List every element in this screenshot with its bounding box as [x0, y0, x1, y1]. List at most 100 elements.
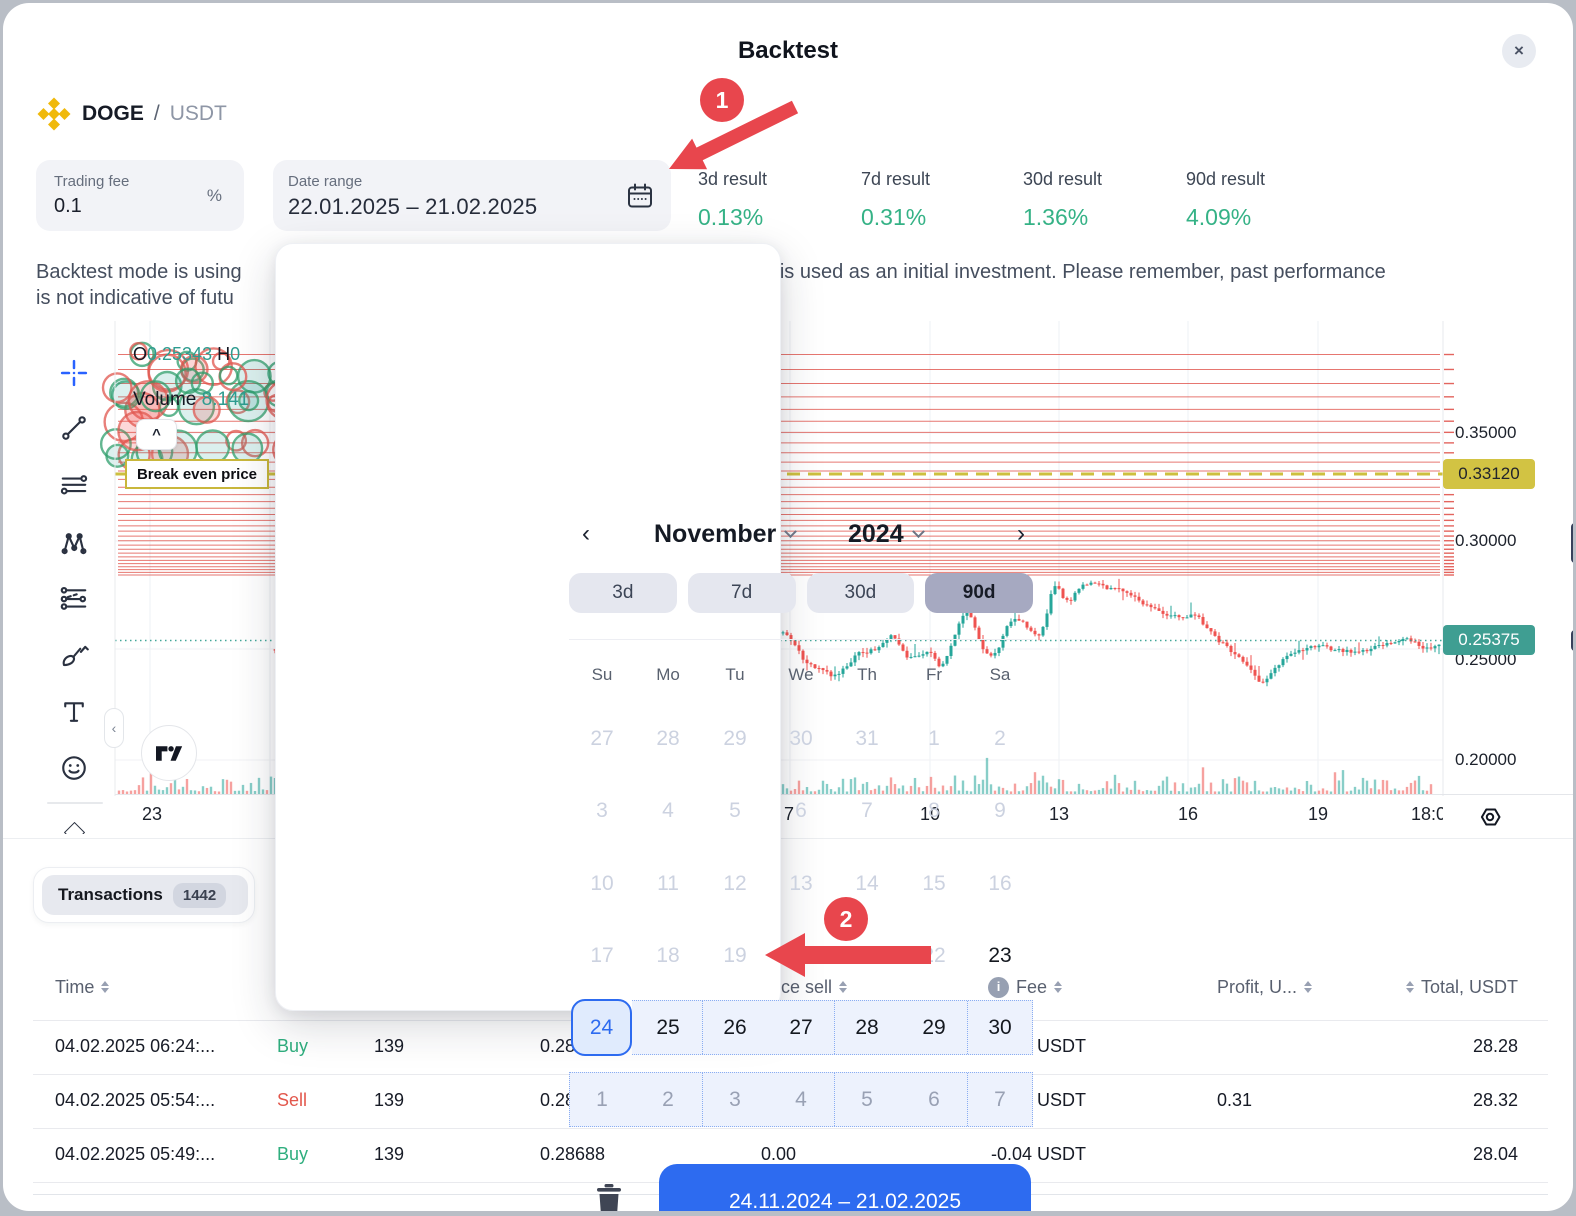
sort-icon[interactable] [1304, 981, 1312, 993]
sort-icon[interactable] [1406, 981, 1414, 993]
result-90d: 90d result 4.09% [1186, 169, 1336, 231]
annotation-arrow-1 [653, 88, 813, 183]
time-axis-label: 16 [1178, 804, 1218, 825]
date-range-field[interactable]: Date range 22.01.2025 – 21.02.2025 [273, 160, 671, 231]
close-button[interactable]: × [1502, 34, 1536, 68]
col-header-total[interactable]: Total, USDT [1388, 972, 1518, 1002]
pane-collapse-button[interactable]: ^ [136, 419, 177, 450]
calendar-day[interactable]: 25 [635, 1001, 701, 1055]
calendar-day[interactable]: 30 [768, 712, 834, 766]
calendar-day[interactable]: 1 [569, 1073, 635, 1127]
trash-icon[interactable] [594, 1182, 624, 1211]
calendar-day[interactable]: 9 [967, 784, 1033, 838]
quick-range-30d[interactable]: 30d [807, 573, 915, 613]
transactions-tab-card: Transactions 1442 [33, 867, 255, 923]
scrollbar-thumb[interactable] [1571, 523, 1573, 563]
trading-fee-field[interactable]: Trading fee 0.1 % [36, 160, 244, 231]
calendar-day[interactable]: 7 [967, 1073, 1033, 1127]
calendar-day[interactable]: 28 [635, 712, 701, 766]
ohlc-high-label: H [217, 344, 230, 364]
calendar-day[interactable]: 10 [569, 857, 635, 911]
calendar-day[interactable]: 6 [901, 1073, 967, 1127]
disclaimer-line2-left: is not indicative of futu [36, 287, 234, 310]
next-month-button[interactable]: › [1008, 520, 1034, 548]
scrollbar-thumb[interactable] [1571, 630, 1573, 651]
year-select[interactable]: 2024 [848, 520, 923, 549]
prev-month-button[interactable]: ‹ [573, 520, 599, 548]
trading-fee-value[interactable]: 0.1 [54, 195, 226, 218]
calendar-day[interactable]: 28 [834, 1001, 900, 1055]
month-select-value: November [654, 520, 776, 549]
calendar-day[interactable]: 11 [635, 857, 701, 911]
calendar-day[interactable]: 3 [702, 1073, 768, 1127]
quick-range-3d[interactable]: 3d [569, 573, 677, 613]
calendar-day[interactable]: 8 [901, 784, 967, 838]
calendar-day-selected[interactable]: 24 [571, 999, 632, 1056]
quick-range-90d[interactable]: 90d [925, 573, 1033, 613]
cell-quantity: 139 [374, 1144, 404, 1165]
cell-fee: -0.04 USDT [991, 1144, 1086, 1165]
pair-base: DOGE [82, 102, 144, 126]
calendar-day[interactable]: 29 [702, 712, 768, 766]
calendar-day[interactable]: 29 [901, 1001, 967, 1055]
sort-icon[interactable] [101, 981, 109, 993]
calendar-day[interactable]: 27 [768, 1001, 834, 1055]
volume-label: Volume [133, 389, 196, 410]
result-label: 90d result [1186, 169, 1336, 190]
calendar-day[interactable]: 17 [569, 929, 635, 983]
calendar-day[interactable]: 6 [768, 784, 834, 838]
calendar-day[interactable]: 13 [768, 857, 834, 911]
cell-price-sell: 0.00 [761, 1144, 796, 1165]
tradingview-logo-icon [156, 743, 183, 764]
cell-quantity: 139 [374, 1090, 404, 1111]
pair-header: DOGE / USDT [36, 96, 227, 132]
disclaimer-line1-left: Backtest mode is using [36, 261, 242, 284]
calendar-day[interactable]: 31 [834, 712, 900, 766]
toolbar-collapse-handle[interactable]: ‹ [104, 708, 124, 748]
calendar-day[interactable]: 18 [635, 929, 701, 983]
calendar-day[interactable]: 4 [635, 784, 701, 838]
sort-icon[interactable] [1054, 981, 1062, 993]
result-value: 4.09% [1186, 204, 1336, 231]
calendar-day[interactable]: 16 [967, 857, 1033, 911]
ohlc-high-value: 0 [230, 344, 240, 364]
calendar-day[interactable]: 15 [901, 857, 967, 911]
tradingview-logo[interactable] [141, 725, 197, 781]
transactions-tab-label: Transactions [58, 885, 163, 905]
chevron-left-icon: ‹ [582, 520, 590, 547]
calendar-day[interactable]: 4 [768, 1073, 834, 1127]
apply-date-range-button[interactable]: 24.11.2024 – 21.02.2025 [659, 1164, 1031, 1211]
calendar-day[interactable]: 2 [635, 1073, 701, 1127]
calendar-day[interactable]: 27 [569, 712, 635, 766]
cell-profit: 0.31 [1152, 1090, 1252, 1111]
quick-range-7d[interactable]: 7d [688, 573, 796, 613]
cell-price-buy: 0.28688 [540, 1144, 605, 1165]
month-select[interactable]: November [654, 520, 795, 549]
cell-time: 04.02.2025 06:24:... [55, 1036, 215, 1057]
ohlc-readout: O0.25343 H0 [133, 344, 240, 365]
chevron-right-icon: › [1017, 520, 1025, 547]
time-axis-label: 18:0 [1411, 804, 1443, 825]
calendar-day[interactable]: 7 [834, 784, 900, 838]
result-value: 0.31% [861, 204, 1011, 231]
calendar-day[interactable]: 5 [702, 784, 768, 838]
calendar-icon[interactable] [625, 181, 655, 211]
weekday-label: Sa [967, 665, 1033, 685]
calendar-day[interactable]: 12 [702, 857, 768, 911]
calendar-day[interactable]: 3 [569, 784, 635, 838]
calendar-day[interactable]: 2 [967, 712, 1033, 766]
col-header-profit[interactable]: Profit, U... [1217, 972, 1312, 1002]
tab-transactions[interactable]: Transactions 1442 [42, 875, 248, 915]
calendar-day[interactable]: 26 [702, 1001, 768, 1055]
calendar-day[interactable]: 30 [967, 1001, 1033, 1055]
calendar-day[interactable]: 1 [901, 712, 967, 766]
calendar-day[interactable]: 23 [967, 929, 1033, 983]
binance-logo-icon [36, 96, 72, 132]
current-price-badge: 0.25375 [1443, 625, 1535, 655]
calendar-day[interactable]: 5 [834, 1073, 900, 1127]
settings-gear-icon[interactable] [1476, 803, 1504, 831]
chevron-down-icon [912, 525, 925, 538]
weekday-label: We [768, 665, 834, 685]
col-header-time[interactable]: Time [55, 972, 109, 1002]
col-header-label: Time [55, 972, 94, 1002]
